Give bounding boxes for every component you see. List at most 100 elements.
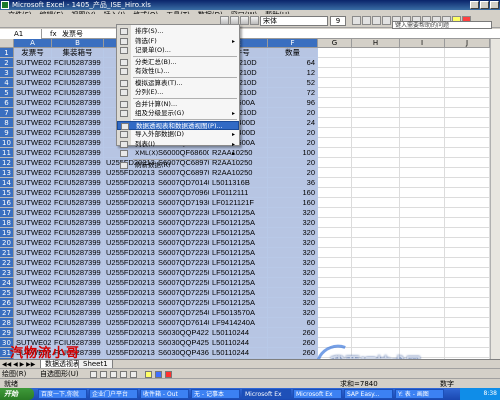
empty-cell[interactable] — [445, 158, 490, 168]
table-cell[interactable]: LF5012125A — [210, 248, 268, 258]
empty-cell[interactable] — [445, 278, 490, 288]
empty-cell[interactable] — [400, 158, 445, 168]
empty-cell[interactable] — [400, 98, 445, 108]
select-all-corner[interactable] — [0, 39, 14, 48]
table-cell[interactable]: 60 — [268, 318, 318, 328]
row-header[interactable]: 14 — [0, 178, 14, 188]
empty-cell[interactable] — [445, 128, 490, 138]
empty-cell[interactable] — [318, 318, 352, 328]
table-cell[interactable]: 320 — [268, 218, 318, 228]
table-cell[interactable]: LF5012125A — [210, 258, 268, 268]
row-header[interactable]: 12 — [0, 158, 14, 168]
table-cell[interactable]: FCIU5287399 — [52, 328, 104, 338]
table-cell[interactable]: SUTWE02 140512--HE — [14, 238, 52, 248]
table-cell[interactable]: LF5012125A — [210, 238, 268, 248]
table-cell[interactable]: 320 — [268, 228, 318, 238]
formula-input[interactable]: 发票号 — [62, 29, 83, 39]
header-cell[interactable]: 数量 — [268, 48, 318, 58]
table-cell[interactable]: 100 — [268, 148, 318, 158]
empty-cell[interactable] — [352, 98, 400, 108]
empty-cell[interactable] — [352, 68, 400, 78]
table-cell[interactable]: 24 — [268, 118, 318, 128]
empty-cell[interactable] — [445, 148, 490, 158]
empty-cell[interactable] — [352, 208, 400, 218]
table-cell[interactable]: S6007QD7254001 — [156, 308, 210, 318]
row-header[interactable]: 16 — [0, 198, 14, 208]
menu-option[interactable]: 筛选(F) ▸ — [117, 37, 239, 47]
table-cell[interactable]: FCIU5287399 — [52, 158, 104, 168]
table-cell[interactable]: 320 — [268, 258, 318, 268]
table-cell[interactable]: SUTWE02 140512--HE — [14, 308, 52, 318]
help-search-input[interactable]: 键入需要帮助的问题 — [392, 21, 492, 29]
menu-option[interactable]: 导入外部数据(D) ▸ — [117, 130, 239, 140]
table-cell[interactable]: SUTWE02 140512--HE — [14, 108, 52, 118]
column-header-g[interactable]: G — [318, 39, 352, 48]
empty-cell[interactable] — [400, 228, 445, 238]
taskbar-button[interactable]: SAP Easy... — [344, 389, 393, 399]
empty-cell[interactable] — [445, 118, 490, 128]
empty-cell[interactable] — [352, 108, 400, 118]
row-header[interactable]: 1 — [0, 48, 14, 58]
empty-cell[interactable] — [445, 298, 490, 308]
table-cell[interactable]: 320 — [268, 238, 318, 248]
table-cell[interactable]: 320 — [268, 248, 318, 258]
oval-icon[interactable] — [120, 371, 127, 378]
table-cell[interactable]: L50110244 — [210, 338, 268, 348]
empty-cell[interactable] — [352, 58, 400, 68]
row-header[interactable]: 22 — [0, 258, 14, 268]
table-cell[interactable]: FCIU5287399 — [52, 248, 104, 258]
empty-cell[interactable] — [352, 258, 400, 268]
rectangle-icon[interactable] — [110, 371, 117, 378]
table-cell[interactable]: 320 — [268, 308, 318, 318]
empty-cell[interactable] — [318, 88, 352, 98]
empty-cell[interactable] — [352, 248, 400, 258]
empty-cell[interactable] — [352, 178, 400, 188]
empty-cell[interactable] — [352, 138, 400, 148]
empty-cell[interactable] — [445, 178, 490, 188]
empty-cell[interactable] — [400, 238, 445, 248]
empty-cell[interactable] — [318, 158, 352, 168]
empty-cell[interactable] — [352, 308, 400, 318]
empty-cell[interactable] — [352, 288, 400, 298]
empty-cell[interactable] — [352, 238, 400, 248]
empty-cell[interactable] — [318, 268, 352, 278]
row-header[interactable]: 5 — [0, 88, 14, 98]
empty-cell[interactable] — [400, 58, 445, 68]
table-cell[interactable]: L5011316B — [210, 178, 268, 188]
row-header[interactable]: 9 — [0, 128, 14, 138]
close-button[interactable] — [490, 1, 499, 9]
table-cell[interactable]: LF5012125A — [210, 268, 268, 278]
table-cell[interactable]: U255FD202139 — [104, 338, 156, 348]
text-color-icon[interactable] — [165, 371, 172, 378]
table-cell[interactable]: S6007QD7225003 — [156, 288, 210, 298]
table-cell[interactable]: 64 — [268, 58, 318, 68]
table-cell[interactable]: 320 — [268, 268, 318, 278]
table-cell[interactable]: S6007QD7225001 — [156, 268, 210, 278]
empty-cell[interactable] — [400, 218, 445, 228]
empty-cell[interactable] — [400, 148, 445, 158]
table-cell[interactable]: U255FD202139 — [104, 268, 156, 278]
menu-option[interactable]: 排序(S)... — [117, 27, 239, 37]
empty-cell[interactable] — [318, 98, 352, 108]
table-cell[interactable]: LF5012125A — [210, 288, 268, 298]
empty-cell[interactable] — [352, 128, 400, 138]
table-cell[interactable]: 12 — [268, 68, 318, 78]
table-cell[interactable]: FCIU5287399 — [52, 188, 104, 198]
empty-cell[interactable] — [445, 248, 490, 258]
table-cell[interactable]: 260 — [268, 328, 318, 338]
table-cell[interactable]: LF5012125A — [210, 218, 268, 228]
spreadsheet-grid[interactable]: ABCDEFGHIJ1发票号集装箱号小箱号零件号数量2SUTWE02 14051… — [0, 39, 500, 359]
table-cell[interactable]: FCIU5287399 — [52, 198, 104, 208]
table-cell[interactable]: U255FD202139 — [104, 328, 156, 338]
table-cell[interactable]: U255FD202139 — [104, 228, 156, 238]
empty-cell[interactable] — [352, 188, 400, 198]
table-cell[interactable]: FCIU5287399 — [52, 278, 104, 288]
empty-cell[interactable] — [318, 218, 352, 228]
empty-cell[interactable] — [445, 138, 490, 148]
empty-cell[interactable] — [400, 108, 445, 118]
table-cell[interactable]: S6007QD7225004 — [156, 298, 210, 308]
row-header[interactable]: 10 — [0, 138, 14, 148]
empty-cell[interactable] — [352, 158, 400, 168]
empty-cell[interactable] — [445, 288, 490, 298]
row-header[interactable]: 11 — [0, 148, 14, 158]
